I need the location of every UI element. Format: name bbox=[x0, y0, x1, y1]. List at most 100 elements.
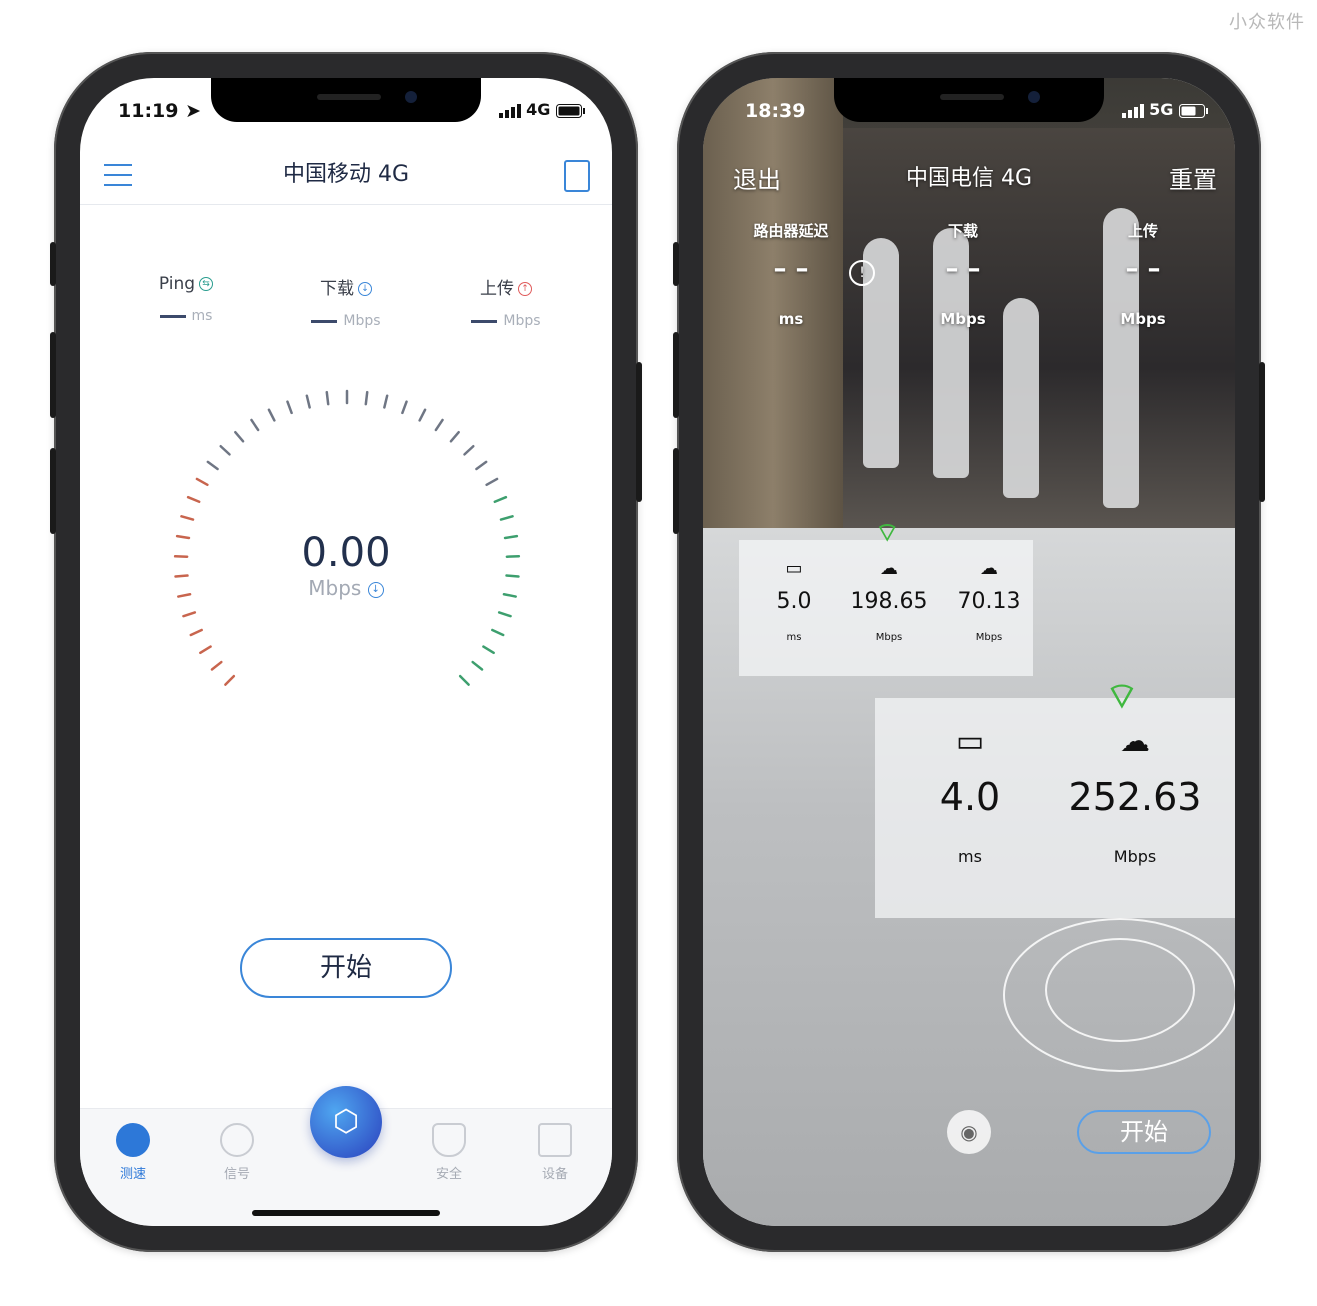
mannequin bbox=[1103, 208, 1139, 508]
power-button bbox=[636, 362, 642, 502]
result-latency: ▭ 5.0 ms bbox=[739, 558, 849, 643]
gauge-tick bbox=[195, 477, 209, 487]
gauge-tick bbox=[267, 408, 276, 422]
gauge-tick bbox=[219, 444, 231, 456]
gauge-tick bbox=[401, 400, 408, 415]
router-latency-unit: ms bbox=[778, 310, 804, 328]
gauge-tick bbox=[224, 674, 236, 686]
phone-frame-right: 18:39 5G 退出 中国电信 4G 重置 路由器延迟 下载 上传 – – –… bbox=[673, 52, 1265, 1252]
location-arrow-icon: ➤ bbox=[185, 100, 202, 122]
start-button[interactable]: 开始 bbox=[1077, 1110, 1211, 1154]
gauge-tick bbox=[186, 495, 201, 504]
tab-signal[interactable]: 信号 bbox=[202, 1123, 272, 1182]
metric-upload: 上传 ↑ Mbps bbox=[426, 274, 586, 329]
network-type: 4G bbox=[526, 100, 551, 119]
gauge-tick bbox=[286, 400, 293, 415]
gauge-tick bbox=[364, 390, 369, 406]
status-right: 5G bbox=[1121, 100, 1209, 126]
ping-icon: ⇆ bbox=[199, 277, 214, 291]
phone-frame-left: 11:19 ➤ 4G 中国移动 4G Ping ⇆ ms 下载 ↓ Mbps 上传 ↑… bbox=[50, 52, 642, 1252]
watermark: 小众软件 bbox=[1229, 12, 1305, 33]
gauge-tick bbox=[482, 645, 495, 655]
upload-value: – – bbox=[1125, 254, 1161, 284]
ar-result-panel-small: ⌔ ▭ 5.0 ms ☁ 198.65 Mbps ☁ 70.13 Mbps bbox=[739, 518, 1033, 676]
volume-down-button bbox=[50, 448, 56, 534]
gauge-tick bbox=[463, 444, 475, 456]
tab-devices[interactable]: 设备 bbox=[520, 1123, 590, 1182]
battery-icon bbox=[556, 103, 585, 118]
cellular-signal-icon bbox=[1121, 103, 1144, 118]
signal-icon bbox=[220, 1123, 254, 1157]
notch bbox=[834, 78, 1104, 122]
result-download: ☁ 252.63 Mbps bbox=[1055, 724, 1215, 866]
app-header: 中国移动 4G bbox=[80, 134, 612, 205]
download-label: 下载 bbox=[947, 222, 978, 240]
gauge-tick bbox=[491, 628, 505, 637]
ar-result-panel-large: ⌔ ▭ 4.0 ms ☁ 252.63 Mbps bbox=[875, 676, 1235, 918]
tab-speedtest[interactable]: 测速 bbox=[98, 1123, 168, 1182]
gauge-tick bbox=[199, 645, 212, 655]
speedometer-icon bbox=[116, 1123, 150, 1157]
gauge-tick bbox=[458, 674, 470, 686]
cloud-download-icon: ☁ bbox=[1120, 724, 1150, 759]
router-latency-value: – – bbox=[773, 254, 809, 284]
gauge-tick bbox=[499, 515, 514, 521]
wifi-icon: ⌔ bbox=[1105, 676, 1139, 717]
gauge-tick bbox=[475, 460, 488, 471]
camera-icon: ◉ bbox=[960, 1120, 978, 1144]
pillar bbox=[703, 78, 843, 538]
camera-button[interactable]: ◉ bbox=[947, 1110, 991, 1154]
volume-down-button bbox=[673, 448, 679, 534]
upload-label: 上传 bbox=[1127, 222, 1158, 240]
volume-up-button bbox=[50, 332, 56, 418]
gauge-tick bbox=[325, 390, 330, 406]
warning-icon: ! bbox=[849, 260, 875, 286]
mannequin bbox=[1003, 298, 1039, 498]
gauge-tick bbox=[493, 495, 508, 504]
start-button[interactable]: 开始 bbox=[240, 938, 452, 998]
gauge-tick bbox=[497, 611, 512, 618]
reset-button[interactable]: 重置 bbox=[1169, 160, 1217, 195]
gauge-tick bbox=[250, 418, 260, 432]
cellular-signal-icon bbox=[498, 103, 521, 118]
cloud-download-icon: ☁ bbox=[880, 558, 898, 579]
notch bbox=[211, 78, 481, 122]
screen-right: 18:39 5G 退出 中国电信 4G 重置 路由器延迟 下载 上传 – – –… bbox=[703, 78, 1235, 1226]
speed-value: 0.00 bbox=[301, 530, 391, 576]
speed-unit: Mbps bbox=[308, 576, 362, 600]
download-icon: ↓ bbox=[358, 282, 372, 296]
gauge-tick bbox=[234, 430, 245, 443]
tab-security[interactable]: 安全 bbox=[414, 1123, 484, 1182]
ar-mode-button[interactable]: ⬡ bbox=[310, 1086, 382, 1158]
upload-icon: ↑ bbox=[518, 282, 532, 296]
gauge-tick bbox=[471, 660, 484, 671]
gauge-tick bbox=[180, 515, 195, 521]
cloud-upload-icon: ☁ bbox=[980, 558, 998, 579]
gauge-readout: 0.00 Mbps ↓ bbox=[80, 530, 612, 600]
metric-ping: Ping ⇆ ms bbox=[158, 274, 214, 324]
carrier-title: 中国电信 4G bbox=[905, 166, 1033, 191]
network-type: 5G bbox=[1149, 100, 1174, 119]
gauge-tick bbox=[206, 460, 219, 471]
result-download: ☁ 198.65 Mbps bbox=[839, 558, 939, 643]
gauge-tick bbox=[418, 408, 427, 422]
status-right: 4G bbox=[498, 100, 586, 126]
mute-switch bbox=[50, 242, 56, 286]
metric-download: 下载 ↓ Mbps bbox=[266, 274, 426, 329]
report-icon[interactable] bbox=[564, 160, 590, 192]
router-latency-label: 路由器延迟 bbox=[753, 222, 829, 240]
wifi-icon: ⌔ bbox=[875, 518, 900, 548]
download-value: – – bbox=[945, 254, 981, 284]
status-time: 11:19 ➤ bbox=[118, 100, 202, 122]
devices-icon bbox=[538, 1123, 572, 1157]
download-icon: ↓ bbox=[367, 581, 384, 598]
ar-anchor-ring-inner bbox=[1045, 938, 1195, 1042]
battery-icon bbox=[1179, 103, 1208, 118]
status-time: 18:39 bbox=[745, 100, 806, 122]
carrier-title: 中国移动 4G bbox=[282, 162, 410, 187]
power-button bbox=[1259, 362, 1265, 502]
gauge-tick bbox=[182, 611, 197, 618]
gauge-tick bbox=[449, 430, 460, 443]
result-upload: ☁ 70.13 Mbps bbox=[939, 558, 1039, 643]
gauge-tick bbox=[485, 477, 499, 487]
